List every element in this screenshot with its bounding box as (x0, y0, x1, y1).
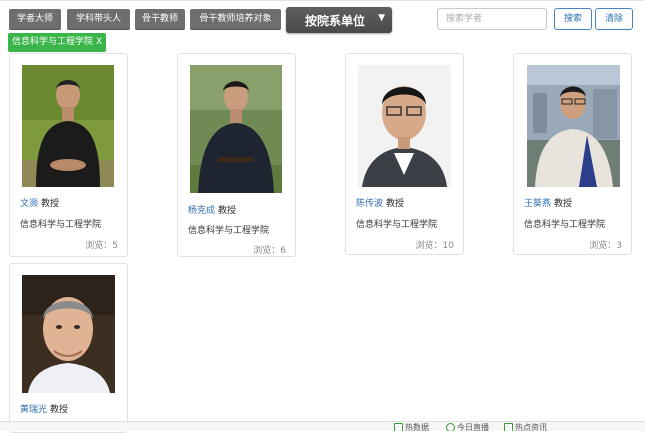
active-filter-tag[interactable]: 信息科学与工程学院 X (8, 33, 107, 52)
search-button[interactable]: 搜索 (554, 8, 592, 30)
scholar-title: 教授 (50, 405, 69, 415)
scholar-photo[interactable] (22, 65, 114, 187)
scholar-card[interactable]: 王葵燕 教授 信息科学与工程学院 浏览：3 (513, 53, 632, 255)
category-button-key-teacher-trainees[interactable]: 骨干教师培养对象 (190, 9, 281, 30)
scholar-title: 教授 (41, 199, 60, 209)
scholar-photo[interactable] (527, 65, 620, 187)
search-input[interactable] (437, 8, 547, 30)
scholar-name-link[interactable]: 陈传波 (356, 199, 383, 209)
scholar-name-row: 杨克成 教授 (188, 203, 236, 216)
scholar-name-link[interactable]: 王葵燕 (524, 199, 551, 209)
scholar-card[interactable]: 黄瑞光 教授 (9, 263, 128, 433)
remove-filter-icon[interactable]: X (96, 37, 102, 47)
scholar-school: 信息科学与工程学院 (188, 226, 270, 236)
scholar-card[interactable]: 杨克成 教授 信息科学与工程学院 浏览：6 (177, 53, 296, 257)
view-count: 浏览：5 (85, 241, 118, 251)
scholar-title: 教授 (218, 206, 237, 216)
scholar-school: 信息科学与工程学院 (524, 220, 606, 230)
scholar-card[interactable]: 陈传波 教授 信息科学与工程学院 浏览：10 (345, 53, 464, 255)
active-filter-label: 信息科学与工程学院 (12, 37, 94, 47)
scholar-name-row: 王葵燕 教授 (524, 196, 572, 209)
scholar-name-link[interactable]: 杨克成 (188, 206, 215, 216)
scholar-card[interactable]: 文濒 教授 信息科学与工程学院 浏览：5 (9, 53, 128, 257)
scholar-title: 教授 (386, 199, 405, 209)
scholar-school: 信息科学与工程学院 (356, 220, 438, 230)
scholar-photo[interactable] (190, 65, 282, 193)
scholar-name-row: 陈传波 教授 (356, 196, 404, 209)
scholar-title: 教授 (554, 199, 573, 209)
scholar-photo[interactable] (22, 275, 115, 393)
category-button-masters[interactable]: 学者大师 (9, 9, 61, 30)
view-count: 浏览：10 (415, 241, 454, 251)
department-filter-dropdown[interactable]: 按院系单位 ▼ (286, 7, 392, 33)
category-button-key-teachers[interactable]: 骨干教师 (135, 9, 185, 30)
category-button-discipline-leaders[interactable]: 学科带头人 (67, 9, 130, 30)
scholar-name-row: 黄瑞光 教授 (20, 402, 68, 415)
scholar-name-row: 文濒 教授 (20, 196, 59, 209)
department-filter-label: 按院系单位 (305, 14, 366, 28)
view-count: 浏览：6 (253, 246, 286, 256)
caret-down-icon: ▼ (378, 13, 385, 23)
scholar-school: 信息科学与工程学院 (20, 220, 102, 230)
scholar-name-link[interactable]: 文濒 (20, 199, 38, 209)
clear-button[interactable]: 清除 (595, 8, 633, 30)
scholar-name-link[interactable]: 黄瑞光 (20, 405, 47, 415)
scholar-photo[interactable] (358, 65, 451, 187)
top-divider (0, 0, 645, 1)
view-count: 浏览：3 (589, 241, 622, 251)
